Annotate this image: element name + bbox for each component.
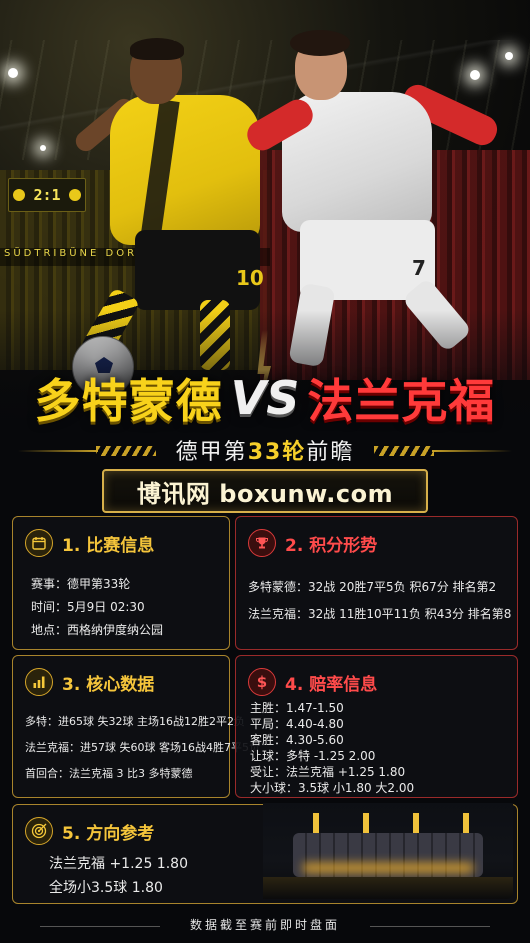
subtitle-round: 33轮 [247,440,307,465]
card-key-data: 3. 核心数据 多特：进65球 失32球 主场16战12胜2平2负 法兰克福：进… [12,655,260,798]
floodlight [505,52,513,60]
odds-handicap: 让球：多特 -1.25 2.00 [250,749,376,763]
bar-chart-icon [25,668,53,696]
scoreboard-score: 2:1 [33,186,61,204]
card-header: 5. 方向参考 [25,817,154,845]
trophy-icon [248,529,276,557]
card-odds: $ 4. 赔率信息 主胜：1.47-1.50 平局：4.40-4.80 客胜：4… [235,655,518,798]
match-venue: 地点：西格纳伊度纳公园 [31,623,164,637]
divider-line [40,926,160,927]
card-standings: 2. 积分形势 多特蒙德：32战 20胜7平5负 积67分 排名第2 法兰克福：… [235,516,518,650]
odds-draw: 平局：4.40-4.80 [250,717,344,731]
tip-handicap: 法兰克福 +1.25 1.80 [49,856,188,872]
divider-line [370,926,490,927]
home-stats: 多特：进65球 失32球 主场16战12胜2平2负 [25,715,245,728]
card-title: 5. 方向参考 [62,823,155,844]
calendar-icon [25,529,53,557]
subtitle-prefix: 德甲第 [175,440,248,465]
away-standing: 法兰克福：32战 11胜10平11负 积43分 排名第8 [248,607,512,621]
footer-text: 数据截至赛前即时盘面 [189,918,340,932]
decorative-stripes [374,446,434,456]
odds-over-under: 大小球：3.5球 小1.80 大2.00 [250,781,415,795]
card-header: 3. 核心数据 [25,668,154,696]
first-leg-result: 首回合：法兰克福 3 比3 多特蒙德 [25,767,193,780]
target-icon [25,817,53,845]
card-title: 2. 积分形势 [285,535,378,556]
money-icon: $ [248,668,276,696]
crest-icon [68,189,81,201]
card-header: $ 4. 赔率信息 [248,668,377,696]
home-standing: 多特蒙德：32战 20胜7平5负 积67分 排名第2 [248,580,497,594]
card-match-info: 1. 比赛信息 赛事：德甲第33轮 时间：5月9日 02:30 地点：西格纳伊度… [12,516,230,650]
home-team-name: 多特蒙德 [34,374,223,428]
away-team-name: 法兰克福 [307,374,496,428]
away-stats: 法兰克福：进57球 失60球 客场16战4胜7平5负 [25,741,260,754]
away-player-number: 7 [412,256,426,280]
tip-total-goals: 全场小3.5球 1.80 [49,880,163,896]
brand-text: 博讯网 boxunw.com [136,479,394,508]
subtitle-suffix: 前瞻 [306,440,355,465]
home-player-hair [130,38,184,60]
odds-home-win: 主胜：1.47-1.50 [250,701,344,715]
card-title: 4. 赔率信息 [285,674,378,695]
card-header: 1. 比赛信息 [25,529,154,557]
match-title: 多特蒙德 VS 法兰克福 [0,362,530,434]
vs-label: VS [230,371,300,425]
match-league: 赛事：德甲第33轮 [31,577,131,591]
card-tips: 5. 方向参考 法兰克福 +1.25 1.80 全场小3.5球 1.80 [12,803,518,904]
match-time: 时间：5月9日 02:30 [31,600,145,614]
card-title: 1. 比赛信息 [62,535,155,556]
card-header: 2. 积分形势 [248,529,377,557]
stadium-scoreboard: 2:1 [8,178,86,212]
floodlight [470,70,480,80]
stadium-illustration [263,803,513,899]
footer-note: 数据截至赛前即时盘面 [0,914,530,938]
brand-banner: 博讯网 boxunw.com [102,469,428,513]
crest-icon [13,189,26,201]
divider-line [432,450,512,452]
odds-handicap-receive: 受让：法兰克福 +1.25 1.80 [250,765,406,779]
away-player-hair [290,30,350,56]
floodlight [40,145,46,151]
card-title: 3. 核心数据 [62,674,155,695]
home-player-jersey [110,95,260,245]
floodlight [8,68,18,78]
home-player-number: 10 [236,266,264,290]
odds-away-win: 客胜：4.30-5.60 [250,733,344,747]
